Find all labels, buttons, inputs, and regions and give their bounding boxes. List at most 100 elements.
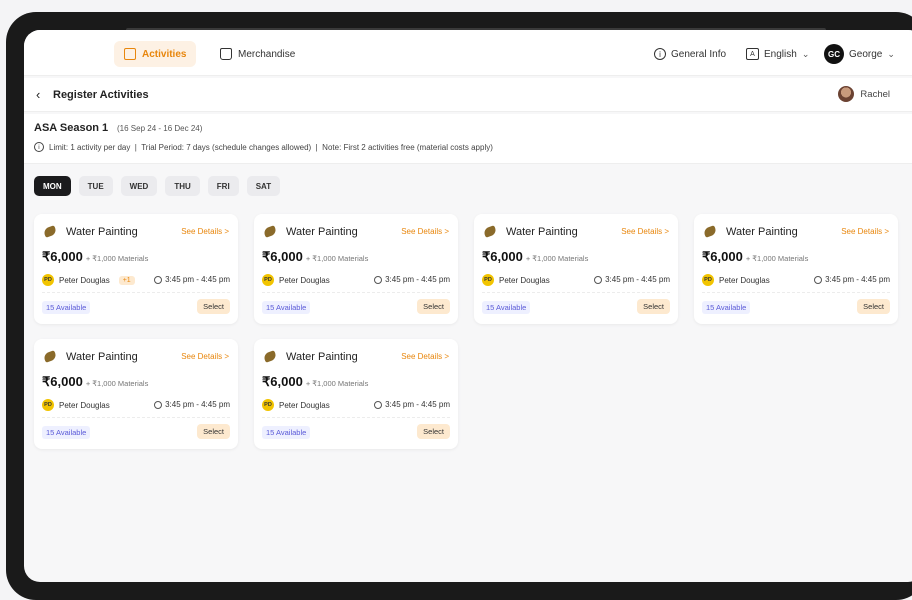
- tab-activities-label: Activities: [142, 48, 187, 60]
- day-tab-sat[interactable]: SAT: [246, 176, 281, 196]
- activity-time: 3:45 pm - 4:45 pm: [374, 400, 450, 409]
- availability-badge: 15 Available: [42, 426, 91, 439]
- activity-price: ₹6,000 + ₹1,000 Materials: [702, 249, 808, 265]
- activity-time: 3:45 pm - 4:45 pm: [374, 275, 450, 284]
- season-rules-text: Limit: 1 activity per day | Trial Period…: [49, 142, 493, 152]
- paintbrush-icon: [42, 350, 58, 363]
- time-range: 3:45 pm - 4:45 pm: [165, 400, 230, 409]
- see-details-link[interactable]: See Details >: [401, 227, 449, 236]
- instructor: PD Peter Douglas: [482, 274, 550, 286]
- activity-title: Water Painting: [726, 226, 798, 238]
- day-tab-wed[interactable]: WED: [120, 176, 158, 196]
- instructor: PD Peter Douglas: [262, 399, 330, 411]
- instructor: PD Peter Douglas: [262, 274, 330, 286]
- divider: [482, 292, 670, 293]
- instructor-avatar: PD: [42, 399, 54, 411]
- paintbrush-icon: [702, 225, 718, 238]
- clipboard-icon: [124, 48, 136, 60]
- instructor-name: Peter Douglas: [59, 400, 110, 410]
- materials-cost: + ₹1,000 Materials: [305, 254, 369, 263]
- child-selector[interactable]: Rachel: [838, 86, 890, 102]
- time-range: 3:45 pm - 4:45 pm: [385, 275, 450, 284]
- instructor-name: Peter Douglas: [279, 275, 330, 285]
- instructor-avatar: PD: [482, 274, 494, 286]
- price-amount: ₹6,000: [482, 249, 523, 264]
- price-amount: ₹6,000: [702, 249, 743, 264]
- clock-icon: [154, 275, 163, 284]
- price-amount: ₹6,000: [42, 374, 83, 389]
- clock-icon: [594, 275, 603, 284]
- paintbrush-icon: [262, 225, 278, 238]
- select-button[interactable]: Select: [417, 424, 450, 439]
- divider: [42, 292, 230, 293]
- season-name: ASA Season 1: [34, 122, 109, 134]
- day-tab-mon[interactable]: MON: [34, 176, 71, 196]
- activity-price: ₹6,000 + ₹1,000 Materials: [42, 374, 148, 390]
- availability-badge: 15 Available: [262, 301, 311, 314]
- activity-time: 3:45 pm - 4:45 pm: [154, 400, 230, 409]
- instructor-avatar: PD: [262, 399, 274, 411]
- see-details-link[interactable]: See Details >: [181, 352, 229, 361]
- clock-icon: [374, 275, 383, 284]
- activity-title: Water Painting: [66, 226, 138, 238]
- instructor: PD Peter Douglas: [702, 274, 770, 286]
- language-selector[interactable]: A English ⌄: [746, 44, 809, 64]
- day-tab-fri[interactable]: FRI: [207, 176, 239, 196]
- instructor: PD Peter Douglas +1: [42, 274, 135, 286]
- select-button[interactable]: Select: [197, 299, 230, 314]
- divider: [262, 417, 450, 418]
- paintbrush-icon: [262, 350, 278, 363]
- select-button[interactable]: Select: [857, 299, 890, 314]
- day-tab-tue[interactable]: TUE: [78, 176, 113, 196]
- time-range: 3:45 pm - 4:45 pm: [825, 275, 890, 284]
- activity-title: Water Painting: [286, 351, 358, 363]
- day-tab-thu[interactable]: THU: [165, 176, 200, 196]
- materials-cost: + ₹1,000 Materials: [85, 379, 149, 388]
- instructor-name: Peter Douglas: [719, 275, 770, 285]
- child-name: Rachel: [860, 88, 890, 100]
- select-button[interactable]: Select: [417, 299, 450, 314]
- activity-title: Water Painting: [66, 351, 138, 363]
- materials-cost: + ₹1,000 Materials: [745, 254, 809, 263]
- see-details-link[interactable]: See Details >: [841, 227, 889, 236]
- translate-icon: A: [746, 48, 759, 60]
- info-icon: i: [34, 142, 44, 152]
- see-details-link[interactable]: See Details >: [181, 227, 229, 236]
- activity-price: ₹6,000 + ₹1,000 Materials: [42, 249, 148, 265]
- materials-cost: + ₹1,000 Materials: [305, 379, 369, 388]
- see-details-link[interactable]: See Details >: [621, 227, 669, 236]
- general-info-label: General Info: [671, 48, 727, 60]
- season-dates: (16 Sep 24 - 16 Dec 24): [117, 124, 203, 133]
- child-avatar: [838, 86, 855, 102]
- extra-instructors-badge: +1: [118, 275, 135, 285]
- select-button[interactable]: Select: [637, 299, 670, 314]
- paintbrush-icon: [42, 225, 58, 238]
- time-range: 3:45 pm - 4:45 pm: [385, 400, 450, 409]
- activity-card: Water Painting See Details > ₹6,000 + ₹1…: [34, 214, 238, 324]
- activity-price: ₹6,000 + ₹1,000 Materials: [262, 374, 368, 390]
- instructor-avatar: PD: [702, 274, 714, 286]
- user-menu[interactable]: GC George ⌄: [824, 44, 895, 64]
- general-info-link[interactable]: i General Info: [654, 44, 726, 64]
- back-arrow-icon[interactable]: ‹: [36, 87, 40, 102]
- select-button[interactable]: Select: [197, 424, 230, 439]
- time-range: 3:45 pm - 4:45 pm: [165, 275, 230, 284]
- instructor: PD Peter Douglas: [42, 399, 110, 411]
- tab-merchandise[interactable]: Merchandise: [210, 41, 305, 67]
- tab-activities[interactable]: Activities: [114, 41, 197, 67]
- activity-price: ₹6,000 + ₹1,000 Materials: [482, 249, 588, 265]
- bag-icon: [220, 48, 232, 60]
- user-avatar: GC: [824, 44, 844, 64]
- activity-title: Water Painting: [286, 226, 358, 238]
- divider: [262, 292, 450, 293]
- divider: [702, 292, 890, 293]
- chevron-down-icon: ⌄: [801, 48, 810, 59]
- top-navbar: Activities Merchandise i General Info A …: [24, 30, 912, 76]
- instructor-avatar: PD: [42, 274, 54, 286]
- season-rules: i Limit: 1 activity per day | Trial Peri…: [34, 142, 493, 152]
- activity-card: Water Painting See Details > ₹6,000 + ₹1…: [254, 214, 458, 324]
- user-name: George: [849, 48, 883, 60]
- see-details-link[interactable]: See Details >: [401, 352, 449, 361]
- season-panel: ASA Season 1 (16 Sep 24 - 16 Dec 24) i L…: [24, 114, 912, 164]
- page-title: Register Activities: [53, 89, 149, 101]
